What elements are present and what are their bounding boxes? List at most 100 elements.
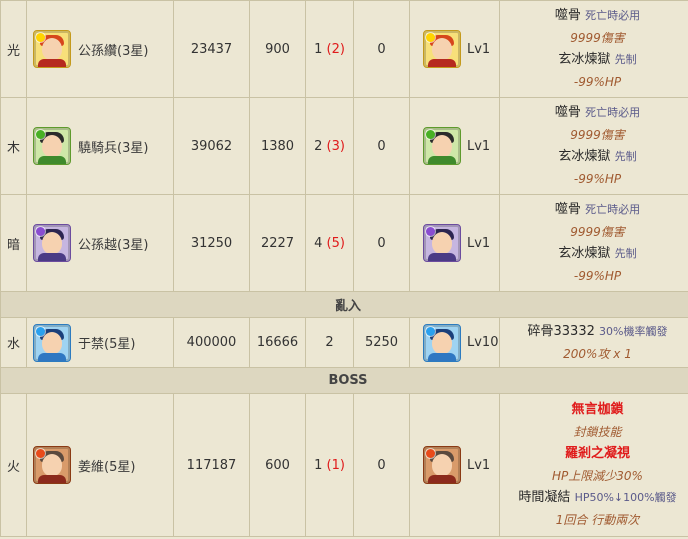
level-cell: Lv1 bbox=[409, 0, 500, 98]
level-cell: Lv1 bbox=[409, 393, 500, 537]
skill-name: 噬骨 bbox=[554, 8, 581, 23]
skill-effect: 封鎖技能 bbox=[573, 425, 622, 439]
skill-name: 玄冰煉獄 bbox=[558, 246, 611, 261]
cooldown-value: 1 bbox=[314, 457, 323, 473]
skill-condition: 30%機率觸發 bbox=[599, 324, 668, 338]
skill-name: 玄冰煉獄 bbox=[558, 52, 611, 67]
section-header-row: BOSS bbox=[0, 367, 688, 394]
section-boss-title: BOSS bbox=[0, 367, 688, 394]
table-row: 水 于禁(5星) 400000 16666 2 5250 Lv10 碎骨3333… bbox=[0, 317, 688, 368]
skill-condition: 先制 bbox=[614, 53, 637, 66]
skill-name: 無言枷鎖 bbox=[571, 402, 624, 417]
section-header-row: 亂入 bbox=[0, 291, 688, 318]
water-attribute-monster-icon[interactable] bbox=[33, 323, 71, 362]
skill-condition: 先制 bbox=[614, 247, 637, 260]
stage-enemy-table: 光 公孫纘(3星) 23437 900 1 (2) 0 Lv1 噬骨 死亡時必用… bbox=[0, 0, 688, 537]
defense-value: 0 bbox=[353, 0, 410, 98]
hp-value: 400000 bbox=[173, 317, 250, 368]
monster-cell: 姜維(5星) bbox=[26, 393, 174, 537]
hp-value: 39062 bbox=[173, 97, 250, 195]
skill-effect: -99%HP bbox=[573, 172, 622, 186]
table-row: 火 姜維(5星) 117187 600 1 (1) 0 Lv1 無言枷鎖 封鎖技… bbox=[0, 393, 688, 537]
cooldown-max: (2) bbox=[326, 41, 345, 57]
monster-name-link[interactable]: 驍騎兵(3星) bbox=[78, 137, 148, 156]
skill-name: 噬骨 bbox=[554, 202, 581, 217]
fire-attribute-monster-icon[interactable] bbox=[423, 446, 461, 484]
dark-attribute-monster-icon[interactable] bbox=[423, 224, 461, 262]
table-row: 木 驍騎兵(3星) 39062 1380 2 (3) 0 Lv1 噬骨 死亡時必… bbox=[0, 97, 688, 195]
table-row: 暗 公孫越(3星) 31250 2227 4 (5) 0 Lv1 噬骨 死亡時必… bbox=[0, 194, 688, 292]
monster-name-link[interactable]: 于禁(5星) bbox=[78, 333, 135, 352]
monster-cell: 驍騎兵(3星) bbox=[26, 97, 174, 195]
dark-attribute-monster-icon[interactable] bbox=[33, 224, 71, 262]
attack-value: 600 bbox=[249, 393, 306, 537]
level-label: Lv1 bbox=[467, 457, 491, 473]
defense-value: 0 bbox=[353, 97, 410, 195]
attribute-cell: 暗 bbox=[0, 194, 27, 292]
cooldown-value: 1 bbox=[314, 41, 323, 57]
attribute-cell: 火 bbox=[0, 393, 27, 537]
table-row: 光 公孫纘(3星) 23437 900 1 (2) 0 Lv1 噬骨 死亡時必用… bbox=[0, 0, 688, 98]
cooldown-value: 2 bbox=[314, 138, 323, 154]
defense-value: 0 bbox=[353, 194, 410, 292]
hp-value: 23437 bbox=[173, 0, 250, 98]
fire-attribute-monster-icon[interactable] bbox=[33, 446, 71, 484]
attribute-cell: 木 bbox=[0, 97, 27, 195]
attribute-cell: 光 bbox=[0, 0, 27, 98]
level-cell: Lv10 bbox=[409, 317, 500, 368]
skill-name: 玄冰煉獄 bbox=[558, 149, 611, 164]
light-attribute-monster-icon[interactable] bbox=[423, 30, 461, 68]
water-attribute-monster-icon[interactable] bbox=[423, 323, 461, 362]
skills-cell: 噬骨 死亡時必用 9999傷害 玄冰煉獄 先制 -99%HP bbox=[499, 97, 688, 195]
skill-effect: 1回合 行動兩次 bbox=[555, 513, 640, 527]
section-intrude-title: 亂入 bbox=[0, 291, 688, 318]
skill-effect: -99%HP bbox=[573, 269, 622, 283]
attribute-cell: 水 bbox=[0, 317, 27, 368]
wood-attribute-monster-icon[interactable] bbox=[423, 127, 461, 165]
monster-name-link[interactable]: 公孫越(3星) bbox=[78, 234, 148, 253]
cooldown-cell: 1 (2) bbox=[305, 0, 354, 98]
attack-value: 2227 bbox=[249, 194, 306, 292]
skill-effect: 9999傷害 bbox=[570, 128, 625, 142]
cooldown-value: 4 bbox=[314, 235, 323, 251]
skill-effect: -99%HP bbox=[573, 75, 622, 89]
skill-condition: HP50%↓100%觸發 bbox=[574, 491, 677, 504]
skill-effect: 9999傷害 bbox=[570, 225, 625, 239]
skills-cell: 無言枷鎖 封鎖技能 羅剎之凝視 HP上限減少30% 時間凝結 HP50%↓100… bbox=[499, 393, 688, 537]
level-label: Lv1 bbox=[467, 41, 491, 57]
monster-cell: 公孫越(3星) bbox=[26, 194, 174, 292]
attack-value: 1380 bbox=[249, 97, 306, 195]
cooldown-cell: 2 (3) bbox=[305, 97, 354, 195]
cooldown-max: (1) bbox=[326, 457, 345, 473]
cooldown-cell: 1 (1) bbox=[305, 393, 354, 537]
monster-name-link[interactable]: 公孫纘(3星) bbox=[78, 40, 148, 59]
skill-effect: 9999傷害 bbox=[570, 31, 625, 45]
attack-value: 900 bbox=[249, 0, 306, 98]
monster-name-link[interactable]: 姜維(5星) bbox=[78, 456, 135, 475]
cooldown-max: (3) bbox=[326, 138, 345, 154]
hp-value: 117187 bbox=[173, 393, 250, 537]
level-label: Lv1 bbox=[467, 235, 491, 251]
defense-value: 0 bbox=[353, 393, 410, 537]
attack-value: 16666 bbox=[249, 317, 306, 368]
skill-condition: 死亡時必用 bbox=[585, 106, 641, 119]
skill-name: 羅剎之凝視 bbox=[564, 446, 630, 461]
level-label: Lv10 bbox=[467, 335, 499, 350]
wood-attribute-monster-icon[interactable] bbox=[33, 127, 71, 165]
skill-condition: 先制 bbox=[614, 150, 637, 163]
cooldown-cell: 4 (5) bbox=[305, 194, 354, 292]
defense-value: 5250 bbox=[353, 317, 410, 368]
level-label: Lv1 bbox=[467, 138, 491, 154]
monster-cell: 公孫纘(3星) bbox=[26, 0, 174, 98]
level-cell: Lv1 bbox=[409, 97, 500, 195]
skills-cell: 碎骨33332 30%機率觸發 200%攻 x 1 bbox=[499, 317, 688, 368]
skills-cell: 噬骨 死亡時必用 9999傷害 玄冰煉獄 先制 -99%HP bbox=[499, 194, 688, 292]
cooldown-value: 2 bbox=[305, 317, 354, 368]
skill-name: 碎骨33332 bbox=[527, 323, 595, 339]
skill-effect: HP上限減少30% bbox=[552, 469, 643, 483]
light-attribute-monster-icon[interactable] bbox=[33, 30, 71, 68]
cooldown-max: (5) bbox=[326, 235, 345, 251]
hp-value: 31250 bbox=[173, 194, 250, 292]
skill-condition: 死亡時必用 bbox=[585, 9, 641, 22]
monster-cell: 于禁(5星) bbox=[26, 317, 174, 368]
